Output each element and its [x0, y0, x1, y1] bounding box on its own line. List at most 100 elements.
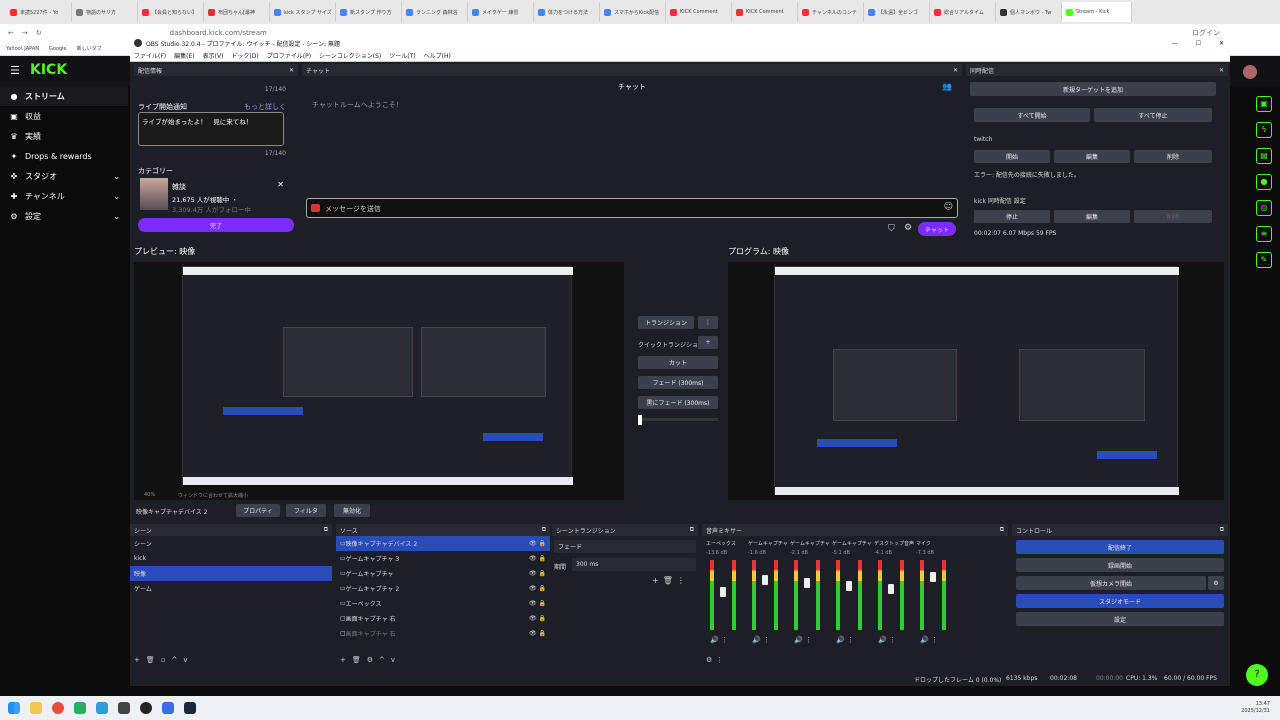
broadcast-icon[interactable]: ◎ — [1256, 200, 1272, 216]
help-button[interactable]: ? — [1246, 664, 1268, 686]
browser-tab[interactable]: メイクゲー 練習 — [468, 2, 534, 22]
bookmark-yahoo[interactable]: Yahoo! JAPAN — [6, 46, 39, 52]
close-icon[interactable]: ✕ — [953, 67, 958, 74]
sidebar-item[interactable]: ✦ Drops & rewards — [0, 146, 128, 166]
mute-icon[interactable]: 🔊 ⋮ — [836, 636, 854, 644]
source-item[interactable]: ▢ 画面キャプチャ 右 👁 🔒 — [336, 611, 550, 626]
sidebar-item[interactable]: ♛ 実績 — [0, 126, 128, 146]
kick-delete-button[interactable]: 削除 — [1134, 210, 1212, 223]
mixer-tools[interactable]: ⚙⋮ — [706, 656, 727, 664]
users-icon[interactable]: 👥 — [942, 82, 952, 91]
menu-item[interactable]: ツール(T) — [389, 51, 415, 60]
browser-tab[interactable]: チャンネルのコンテ — [798, 2, 864, 22]
volume-fader[interactable] — [804, 578, 810, 588]
menu-item[interactable]: 表示(V) — [203, 51, 224, 60]
scene-item[interactable]: シーン — [130, 536, 332, 551]
sidebar-item[interactable]: ● ストリーム — [0, 86, 128, 106]
menu-item[interactable]: ヘルプ(H) — [424, 51, 451, 60]
back-icon[interactable]: ← — [8, 29, 14, 37]
browser-tab[interactable]: ランニング 森林浴 — [402, 2, 468, 22]
mute-icon[interactable]: 🔊 ⋮ — [878, 636, 896, 644]
layers-icon[interactable]: ≡ — [1256, 226, 1272, 242]
fade-select[interactable]: フェード (300ms) — [638, 376, 718, 389]
source-item[interactable]: ▭ ゲームキャプチャ 3 👁 🔒 — [336, 551, 550, 566]
minimize-icon[interactable]: — — [1172, 40, 1178, 47]
steam-icon[interactable] — [184, 702, 196, 714]
browser-tab[interactable]: 未読5227件 - Yo — [6, 2, 72, 22]
notify-textarea[interactable]: ライブが始まったよ！ 見に来てね！ — [138, 112, 284, 146]
mute-icon[interactable]: 🔊 ⋮ — [752, 636, 770, 644]
browser-tab[interactable]: 総合リアルタイム — [930, 2, 996, 22]
twitch-delete-button[interactable]: 削除 — [1134, 150, 1212, 163]
reload-icon[interactable]: ↻ — [36, 29, 42, 37]
start-all-button[interactable]: すべて開始 — [974, 108, 1090, 122]
sidebar-item[interactable]: ▣ 収益 — [0, 106, 128, 126]
visibility-lock-icons[interactable]: 👁 🔒 — [529, 540, 546, 547]
browser-tab[interactable]: 体力をつける方法 — [534, 2, 600, 22]
transition-type-select[interactable]: フェード — [554, 540, 696, 553]
browser-tab[interactable]: 物語のサリ方 — [72, 2, 138, 22]
browser-tab[interactable]: 【永遠】全ビンゴ — [864, 2, 930, 22]
visibility-lock-icons[interactable]: 👁 🔒 — [529, 585, 546, 592]
studio-mode-button[interactable]: スタジオモード — [1016, 594, 1224, 608]
maximize-icon[interactable]: ☐ — [1196, 40, 1201, 47]
volume-fader[interactable] — [930, 572, 936, 582]
app-icon[interactable] — [118, 702, 130, 714]
cut-select[interactable]: カット — [638, 356, 718, 369]
twitch-edit-button[interactable]: 編集 — [1054, 150, 1130, 163]
volume-fader[interactable] — [762, 575, 768, 585]
filters-button[interactable]: フィルタ — [286, 504, 326, 517]
category-remove-icon[interactable]: ✕ — [277, 180, 284, 189]
source-item[interactable]: ▢ 画面キャプチャ 右 👁 🔒 — [336, 626, 550, 641]
properties-button[interactable]: プロパティ — [236, 504, 280, 517]
app-icon[interactable] — [96, 702, 108, 714]
emote-icon[interactable] — [311, 204, 320, 212]
start-recording-button[interactable]: 録画開始 — [1016, 558, 1224, 572]
browser-tab[interactable]: 新スタンプ 作り方 — [336, 2, 402, 22]
kick-logo[interactable]: KICK — [30, 62, 67, 78]
more-link[interactable]: もっと詳しく — [244, 102, 286, 112]
visibility-lock-icons[interactable]: 👁 🔒 — [529, 615, 546, 622]
smile-icon[interactable]: ☺ — [944, 202, 953, 212]
source-item[interactable]: ▭ ゲームキャプチャ 2 👁 🔒 — [336, 581, 550, 596]
add-target-button[interactable]: 新規ターゲットを追加 — [970, 82, 1216, 96]
app-icon[interactable] — [162, 702, 174, 714]
explorer-icon[interactable] — [30, 702, 42, 714]
sidebar-item[interactable]: ✚ チャンネル ⌄ — [0, 186, 128, 206]
flash-icon[interactable]: ϟ — [1256, 122, 1272, 138]
bookmark-newtab[interactable]: 新しいタブ — [77, 45, 102, 52]
menu-icon[interactable]: ☰ — [10, 64, 20, 77]
volume-fader[interactable] — [846, 581, 852, 591]
duration-input[interactable]: 300 ms — [572, 558, 696, 571]
browser-tab[interactable]: 布団ちゃん[最神 — [204, 2, 270, 22]
done-button[interactable]: 完了 — [138, 218, 294, 232]
settings-button[interactable]: 設定 — [1016, 612, 1224, 626]
windows-start-icon[interactable] — [8, 702, 20, 714]
tool-icon[interactable]: ✎ — [1256, 252, 1272, 268]
browser-tab[interactable]: kick スタンプ サイズ — [270, 2, 336, 22]
kick-edit-button[interactable]: 編集 — [1054, 210, 1130, 223]
visibility-lock-icons[interactable]: 👁 🔒 — [529, 600, 546, 607]
source-item[interactable]: ▭ エーペックス 👁 🔒 — [336, 596, 550, 611]
add-quick-transition-icon[interactable]: + — [698, 336, 718, 349]
stop-all-button[interactable]: すべて停止 — [1094, 108, 1212, 122]
source-item[interactable]: ▭ ゲームキャプチャ 👁 🔒 — [336, 566, 550, 581]
chat-send-button[interactable]: チャット — [918, 222, 956, 236]
twitch-start-button[interactable]: 開始 — [974, 150, 1050, 163]
sidebar-item[interactable]: ⚙ 設定 ⌄ — [0, 206, 128, 226]
menu-item[interactable]: シーンコレクション(S) — [319, 51, 381, 60]
forward-icon[interactable]: → — [22, 29, 28, 37]
fade-black-select[interactable]: 黒にフェード (300ms) — [638, 396, 718, 409]
gear-icon[interactable]: ⚙ — [904, 223, 912, 233]
mute-icon[interactable]: 🔊 ⋮ — [794, 636, 812, 644]
transition-button[interactable]: トランジション — [638, 316, 694, 329]
chat-input[interactable]: メッセージを送信 ☺ — [306, 198, 958, 218]
menu-item[interactable]: ファイル(F) — [134, 51, 166, 60]
browser-tab[interactable]: Stream - Kick — [1062, 2, 1132, 22]
browser-tab[interactable]: KICK Comment — [666, 2, 732, 22]
volume-fader[interactable] — [888, 584, 894, 594]
preview-canvas[interactable] — [134, 262, 624, 500]
visibility-lock-icons[interactable]: 👁 🔒 — [529, 570, 546, 577]
transition-slider[interactable] — [638, 415, 718, 425]
avatar[interactable] — [1243, 65, 1257, 79]
